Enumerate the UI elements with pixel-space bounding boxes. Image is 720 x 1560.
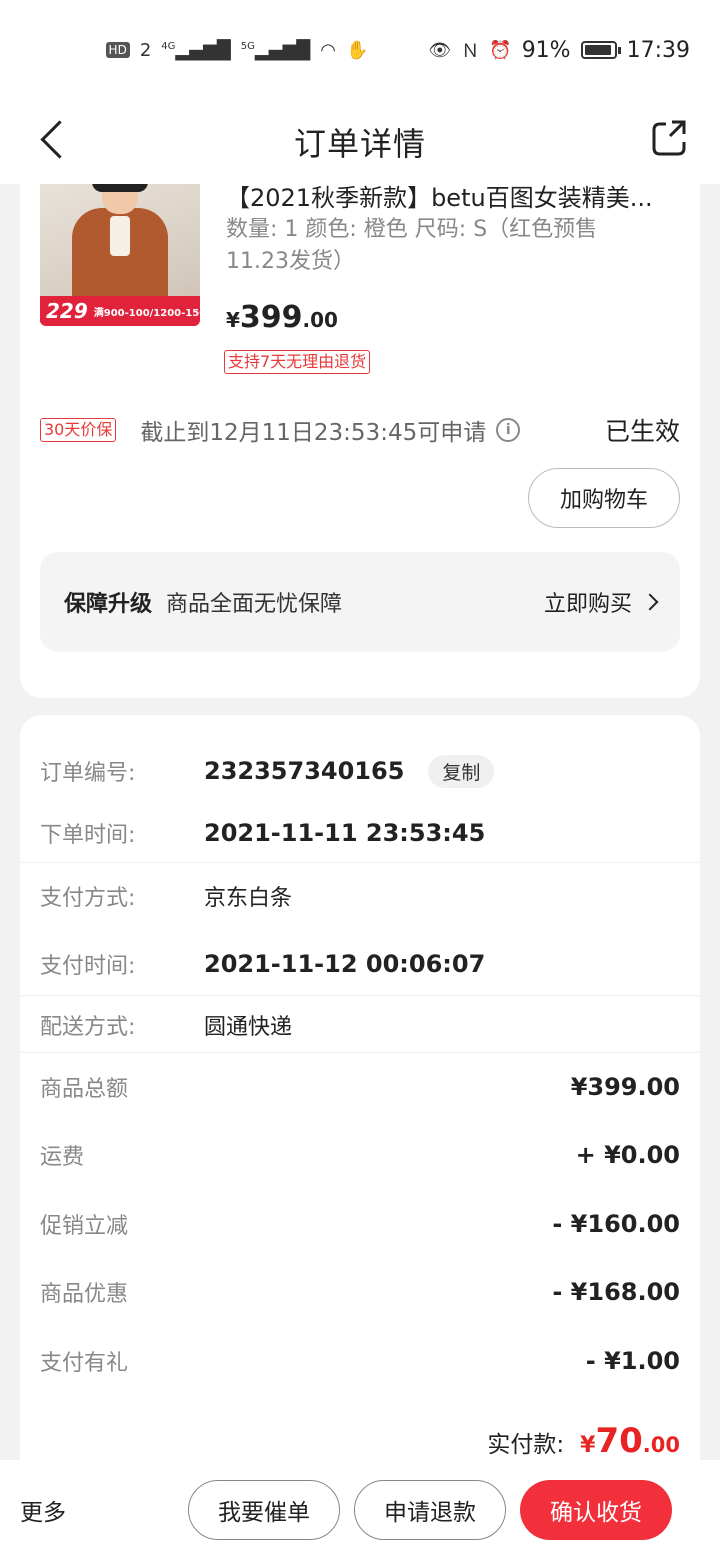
summary-value: - ¥160.00 (552, 1210, 680, 1238)
order-number-value: 232357340165 (204, 757, 405, 785)
product-price: ¥399.00 (226, 300, 338, 335)
delivery-row: 配送方式: 圆通快递 (40, 1005, 680, 1045)
price-protect-badge: 30天价保 (40, 418, 117, 442)
product-image[interactable]: 229 满900-100/1200-150 (40, 184, 200, 326)
price-protect-row: 30天价保 截止到12月11日23:53:45可申请 i 已生效 (40, 410, 680, 450)
share-icon (652, 120, 686, 156)
delivery-value: 圆通快递 (204, 1015, 293, 1040)
signal-5g-icon: 5G▂▄▆█ (240, 39, 311, 61)
hand-icon: ✋ (345, 39, 369, 61)
alarm-icon: ⏰ (489, 39, 512, 61)
summary-row-promo-discount: 促销立减 - ¥160.00 (40, 1204, 680, 1244)
summary-label: 商品优惠 (40, 1282, 129, 1307)
info-icon[interactable]: i (496, 418, 521, 442)
delivery-label: 配送方式: (40, 1015, 136, 1040)
total-int: 70 (595, 1421, 643, 1461)
total-paid-row: 实付款: ¥ 70 .00 (487, 1421, 680, 1461)
summary-label: 支付有礼 (40, 1351, 129, 1376)
pay-time-label: 支付时间: (40, 954, 136, 979)
price-int: 399 (239, 300, 303, 335)
network-5g-label: 5G (240, 40, 255, 52)
status-left: HD 2 4G▂▄▆█ 5G▂▄▆█ ◠ ✋ (105, 39, 369, 61)
price-symbol: ¥ (226, 308, 240, 332)
wifi-icon: ◠ (320, 39, 336, 61)
pay-method-label: 支付方式: (40, 886, 136, 911)
summary-row-pay-gift: 支付有礼 - ¥1.00 (40, 1341, 680, 1381)
order-number-label: 订单编号: (40, 761, 136, 786)
add-to-cart-button[interactable]: 加购物车 (528, 468, 680, 528)
share-button[interactable] (650, 118, 690, 158)
back-button[interactable] (36, 114, 76, 170)
image-tag-promo: 满900-100/1200-150 (93, 307, 200, 319)
price-protect-status: 已生效 (604, 417, 680, 446)
summary-value: - ¥1.00 (585, 1347, 680, 1375)
eye-icon: 👁 (428, 39, 452, 61)
summary-value: - ¥168.00 (552, 1278, 680, 1306)
upgrade-title: 保障升级 (64, 592, 153, 617)
nfc-icon: Ｎ (461, 41, 480, 62)
product-image-price-tag: 229 满900-100/1200-150 (40, 296, 200, 326)
product-spec: 数量: 1 颜色: 橙色 尺码: S（红色预售11.23发货） (226, 217, 598, 274)
signal-4g-icon: 4G▂▄▆█ (161, 39, 231, 61)
total-dec: .00 (642, 1433, 680, 1457)
divider (20, 1052, 700, 1053)
return-policy-badge: 支持7天无理由退货 (224, 350, 371, 374)
summary-value: + ¥0.00 (575, 1141, 680, 1169)
network-4g-label: 4G (161, 40, 176, 52)
summary-label: 促销立减 (40, 1214, 129, 1239)
protection-upgrade-banner[interactable]: 保障升级 商品全面无忧保障 立即购买 (40, 552, 680, 652)
clock: 17:39 (626, 37, 690, 63)
product-card: 229 满900-100/1200-150 【2021秋季新款】betu百图女装… (20, 184, 700, 698)
upgrade-desc: 商品全面无忧保障 (166, 592, 343, 617)
order-number-row: 订单编号: 232357340165 复制 (40, 751, 680, 791)
order-time-row: 下单时间: 2021-11-11 23:53:45 (40, 813, 680, 853)
divider (20, 862, 700, 863)
urge-order-button[interactable]: 我要催单 (188, 1480, 340, 1540)
price-protect-text: 截止到12月11日23:53:45可申请 (140, 420, 487, 446)
order-info-card: 订单编号: 232357340165 复制 下单时间: 2021-11-11 2… (20, 715, 700, 1475)
summary-row-goods-total: 商品总额 ¥399.00 (40, 1067, 680, 1107)
hd-icon: HD (105, 42, 130, 58)
total-symbol: ¥ (580, 1433, 596, 1458)
order-time-label: 下单时间: (40, 823, 136, 848)
divider (20, 995, 700, 996)
status-bar: HD 2 4G▂▄▆█ 5G▂▄▆█ ◠ ✋ 👁 Ｎ ⏰ 91% 17:39 (0, 0, 720, 100)
bottom-action-bar: 更多 我要催单 申请退款 确认收货 (0, 1460, 720, 1560)
summary-label: 运费 (40, 1145, 85, 1170)
buy-now-link[interactable]: 立即购买 (543, 586, 659, 618)
battery-percent: 91% (521, 37, 571, 63)
status-right: 👁 Ｎ ⏰ 91% 17:39 (428, 37, 690, 63)
nav-header: 订单详情 (0, 100, 720, 184)
image-tag-price: 229 (40, 299, 94, 323)
product-image-hat (92, 184, 148, 192)
more-button[interactable]: 更多 (20, 1493, 66, 1527)
pay-method-row: 支付方式: 京东白条 (40, 876, 680, 916)
copy-button[interactable]: 复制 (428, 754, 495, 788)
battery-icon (580, 41, 621, 59)
confirm-receipt-button[interactable]: 确认收货 (520, 1480, 672, 1540)
total-paid-label: 实付款: (487, 1432, 565, 1458)
pay-time-row: 支付时间: 2021-11-12 00:06:07 (40, 944, 680, 984)
chevron-right-icon (641, 593, 659, 611)
request-refund-button[interactable]: 申请退款 (354, 1480, 506, 1540)
product-image-scarf (110, 216, 130, 256)
buy-now-label: 立即购买 (543, 592, 632, 617)
price-dec: .00 (302, 308, 338, 332)
summary-label: 商品总额 (40, 1077, 129, 1102)
page-title: 订单详情 (293, 125, 426, 163)
sim-slot: 2 (139, 39, 152, 61)
summary-row-shipping: 运费 + ¥0.00 (40, 1135, 680, 1175)
summary-row-goods-discount: 商品优惠 - ¥168.00 (40, 1272, 680, 1312)
summary-value: ¥399.00 (570, 1073, 680, 1101)
order-time-value: 2021-11-11 23:53:45 (204, 819, 486, 847)
pay-method-value: 京东白条 (204, 886, 293, 911)
pay-time-value: 2021-11-12 00:06:07 (204, 950, 486, 978)
